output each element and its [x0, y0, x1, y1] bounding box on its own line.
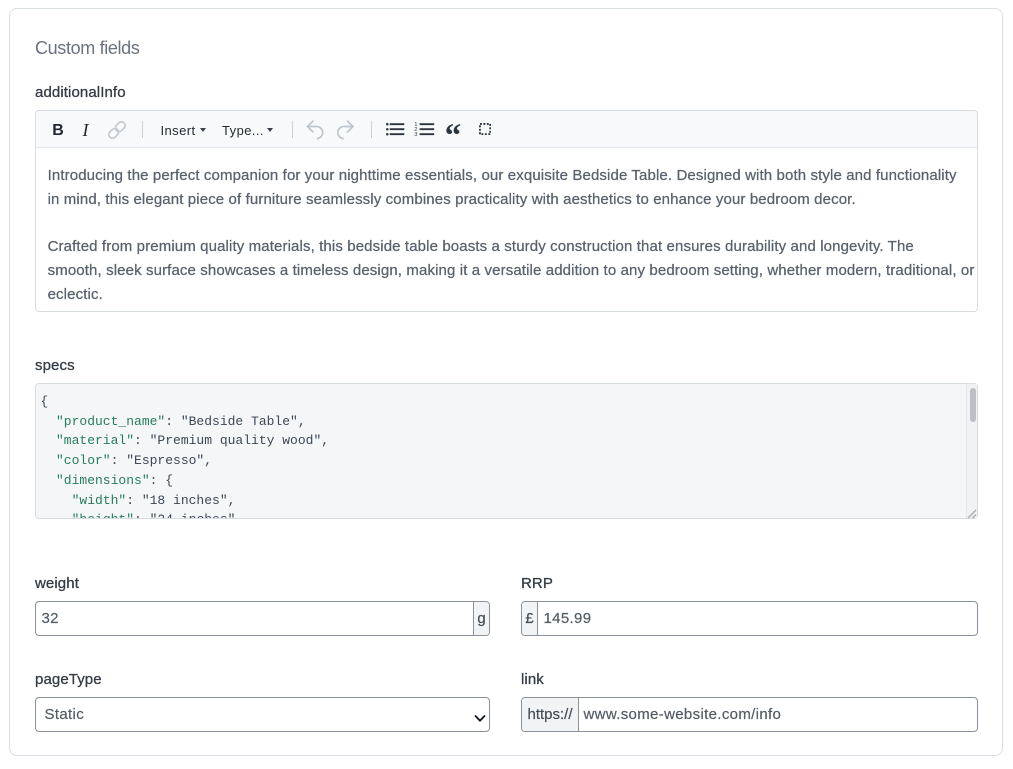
- svg-text:3: 3: [415, 132, 418, 136]
